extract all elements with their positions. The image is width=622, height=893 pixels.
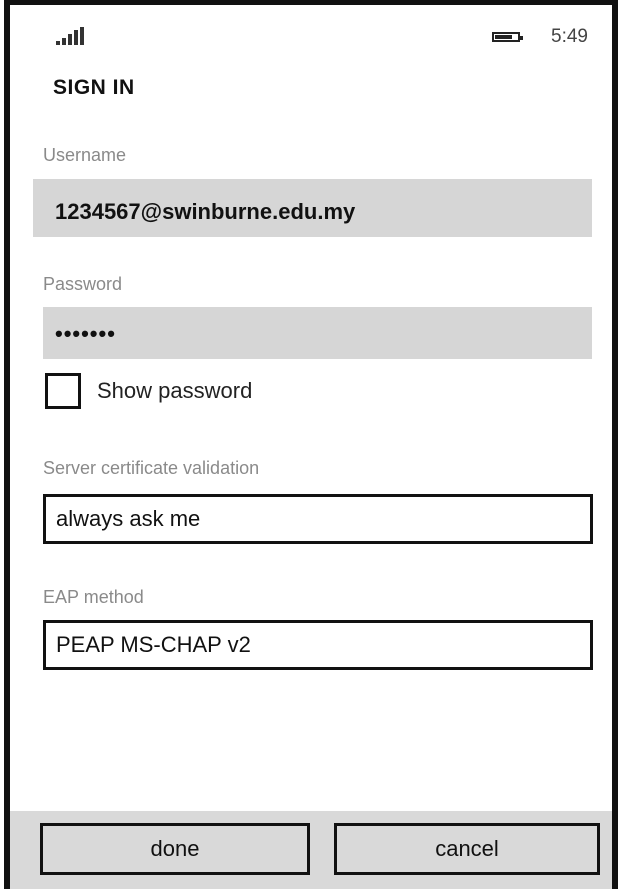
battery-icon [492, 32, 523, 42]
show-password-label[interactable]: Show password [97, 378, 252, 404]
username-field[interactable]: 1234567@swinburne.edu.my [33, 179, 592, 237]
signal-strength-icon [56, 27, 84, 45]
app-bar: done cancel [10, 811, 612, 889]
password-field[interactable]: ••••••• [43, 307, 592, 359]
status-bar: 5:49 [46, 23, 588, 49]
battery-level [495, 35, 512, 39]
page-title: SIGN IN [53, 76, 135, 99]
cert-validation-label: Server certificate validation [43, 458, 260, 478]
eap-method-label: EAP method [43, 587, 144, 607]
username-label: Username [43, 145, 127, 165]
status-time: 5:49 [551, 26, 588, 47]
done-button[interactable]: done [40, 823, 310, 875]
cancel-button[interactable]: cancel [334, 823, 600, 875]
cert-validation-select[interactable]: always ask me [43, 494, 593, 544]
password-label: Password [43, 274, 123, 294]
phone-screen: 5:49 SIGN IN [4, 0, 618, 889]
eap-method-select[interactable]: PEAP MS-CHAP v2 [43, 620, 593, 670]
show-password-checkbox[interactable] [45, 373, 81, 409]
